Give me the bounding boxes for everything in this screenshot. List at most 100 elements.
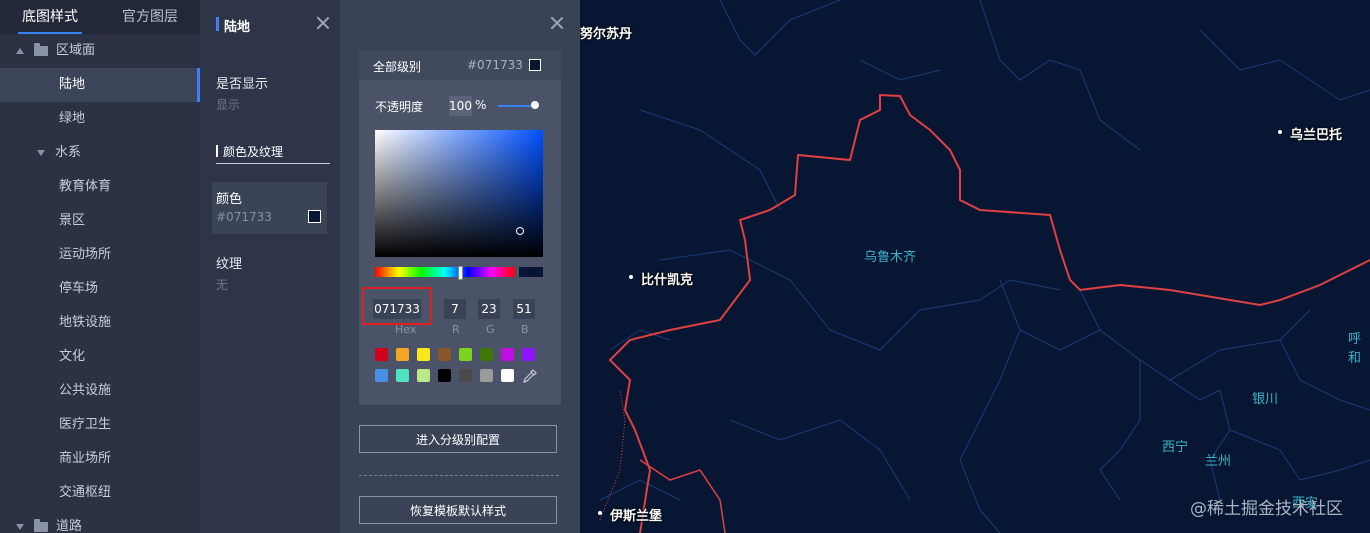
preset-color-swatch[interactable] bbox=[480, 348, 493, 361]
opacity-label: 不透明度 bbox=[375, 100, 424, 114]
folder-icon bbox=[34, 42, 48, 56]
level-config-button[interactable]: 进入分级别配置 bbox=[359, 425, 557, 453]
city-dot bbox=[598, 511, 602, 515]
preset-color-swatch[interactable] bbox=[438, 348, 451, 361]
preset-color-swatch[interactable] bbox=[522, 348, 535, 361]
tree-item-public[interactable]: 公共设施 bbox=[0, 374, 200, 408]
reset-style-button[interactable]: 恢复模板默认样式 bbox=[359, 496, 557, 524]
panel-title: 陆地 bbox=[216, 16, 250, 35]
color-picker: 全部级别 #071733 不透明度 100 % 071733 7 23 51 H… bbox=[359, 50, 561, 405]
color-property-row[interactable]: 颜色 #071733 bbox=[212, 182, 327, 234]
folder-icon bbox=[34, 518, 48, 532]
preset-color-swatch[interactable] bbox=[375, 348, 388, 361]
tree-item-commercial[interactable]: 商业场所 bbox=[0, 442, 200, 476]
map-label-lanzhou: 兰州 bbox=[1205, 454, 1232, 469]
close-icon[interactable] bbox=[316, 16, 330, 30]
tree-item-transport[interactable]: 交通枢纽 bbox=[0, 476, 200, 510]
opacity-slider-thumb[interactable] bbox=[531, 101, 539, 109]
color-hex-value: #071733 bbox=[216, 210, 272, 224]
tree-item-education[interactable]: 教育体育 bbox=[0, 170, 200, 204]
tree-group-water[interactable]: 水系 bbox=[0, 136, 200, 170]
sidebar-tabs: 底图样式 官方图层 bbox=[0, 0, 200, 34]
g-input[interactable]: 23 bbox=[478, 299, 500, 319]
group-label: 道路 bbox=[56, 519, 83, 533]
preset-color-swatch[interactable] bbox=[396, 369, 409, 382]
r-label: R bbox=[452, 323, 460, 336]
tab-official-layers[interactable]: 官方图层 bbox=[100, 0, 200, 34]
map-label-bishkek: 比什凯克 bbox=[641, 273, 694, 288]
picker-header: 全部级别 #071733 bbox=[359, 50, 561, 80]
saturation-area[interactable] bbox=[375, 130, 543, 257]
g-label: G bbox=[486, 323, 495, 336]
color-label: 颜色 bbox=[216, 192, 243, 207]
preset-color-swatch[interactable] bbox=[501, 369, 514, 382]
map-boundaries bbox=[599, 0, 1370, 533]
color-swatch[interactable] bbox=[308, 210, 321, 223]
preset-color-swatch[interactable] bbox=[417, 369, 430, 382]
city-dot bbox=[629, 275, 633, 279]
level-hex: #071733 bbox=[467, 58, 523, 72]
tree-item-culture[interactable]: 文化 bbox=[0, 340, 200, 374]
expand-arrow-icon[interactable] bbox=[16, 523, 24, 530]
tree-group-region[interactable]: 区域面 bbox=[0, 34, 200, 68]
tree-group-road[interactable]: 道路 bbox=[0, 510, 200, 533]
b-input[interactable]: 51 bbox=[513, 299, 535, 319]
divider bbox=[359, 475, 559, 476]
hex-label: Hex bbox=[395, 323, 417, 336]
map-label-xining: 西宁 bbox=[1162, 440, 1189, 455]
close-icon[interactable] bbox=[550, 16, 564, 30]
map-label-ulaanbaatar: 乌兰巴托 bbox=[1290, 128, 1343, 143]
preset-color-swatch[interactable] bbox=[438, 369, 451, 382]
preset-color-swatch[interactable] bbox=[459, 369, 472, 382]
province-lines bbox=[599, 0, 1370, 533]
texture-value[interactable]: 无 bbox=[216, 276, 228, 293]
level-swatch[interactable] bbox=[529, 59, 541, 71]
properties-panel: 陆地 是否显示 显示 颜色及纹理 颜色 #071733 纹理 无 bbox=[200, 0, 340, 533]
preset-color-swatch[interactable] bbox=[480, 369, 493, 382]
color-settings-panel: 全部级别 #071733 不透明度 100 % 071733 7 23 51 H… bbox=[340, 0, 580, 533]
texture-label: 纹理 bbox=[216, 257, 243, 272]
collapse-arrow-icon[interactable] bbox=[16, 47, 24, 54]
tab-basemap-style[interactable]: 底图样式 bbox=[0, 0, 100, 34]
show-label: 是否显示 bbox=[216, 77, 269, 92]
tree-item-parking[interactable]: 停车场 bbox=[0, 272, 200, 306]
layer-sidebar: 底图样式 官方图层 区域面 陆地 绿地 水系 教育体育 景区 运动场所 停车场 … bbox=[0, 0, 200, 533]
opacity-unit: % bbox=[475, 98, 487, 112]
preset-color-swatch[interactable] bbox=[396, 348, 409, 361]
opacity-slider-track[interactable] bbox=[498, 105, 534, 107]
map-label-islamabad: 伊斯兰堡 bbox=[610, 509, 663, 524]
tree-item-metro[interactable]: 地铁设施 bbox=[0, 306, 200, 340]
watermark: @稀土掘金技术社区 bbox=[1190, 499, 1343, 519]
b-label: B bbox=[521, 323, 529, 336]
show-value[interactable]: 显示 bbox=[216, 96, 240, 113]
preset-color-swatch[interactable] bbox=[459, 348, 472, 361]
tree-item-sports[interactable]: 运动场所 bbox=[0, 238, 200, 272]
map-label-yinchuan: 银川 bbox=[1252, 392, 1279, 407]
group-label: 区域面 bbox=[56, 43, 96, 58]
current-color-preview bbox=[519, 267, 543, 277]
r-input[interactable]: 7 bbox=[444, 299, 466, 319]
saturation-cursor[interactable] bbox=[516, 227, 524, 235]
preset-color-swatch[interactable] bbox=[417, 348, 430, 361]
tree-item-medical[interactable]: 医疗卫生 bbox=[0, 408, 200, 442]
section-color-texture: 颜色及纹理 bbox=[216, 143, 330, 164]
expand-arrow-icon[interactable] bbox=[37, 149, 45, 156]
hue-slider[interactable] bbox=[375, 267, 515, 277]
opacity-input[interactable]: 100 bbox=[449, 96, 472, 116]
map-label-hohhot: 呼和 bbox=[1348, 332, 1362, 366]
city-dot bbox=[1278, 130, 1282, 134]
map-canvas[interactable]: 努尔苏丹 乌兰巴托 比什凯克 伊斯兰堡 乌鲁木齐 银川 西宁 兰州 呼和 西安 … bbox=[580, 0, 1370, 533]
level-label: 全部级别 bbox=[373, 60, 422, 74]
tree-item-land[interactable]: 陆地 bbox=[0, 68, 200, 102]
hex-input[interactable]: 071733 bbox=[373, 299, 421, 319]
eyedropper-icon[interactable] bbox=[523, 369, 537, 383]
hue-slider-thumb[interactable] bbox=[458, 266, 463, 280]
group-label: 水系 bbox=[55, 145, 82, 160]
tree-item-greenland[interactable]: 绿地 bbox=[0, 102, 200, 136]
tree-item-scenic[interactable]: 景区 bbox=[0, 204, 200, 238]
preset-color-swatch[interactable] bbox=[501, 348, 514, 361]
preset-color-swatch[interactable] bbox=[375, 369, 388, 382]
map-label-urumqi: 乌鲁木齐 bbox=[864, 250, 917, 265]
national-border bbox=[608, 93, 1370, 533]
map-label-nursultan: 努尔苏丹 bbox=[580, 27, 633, 42]
